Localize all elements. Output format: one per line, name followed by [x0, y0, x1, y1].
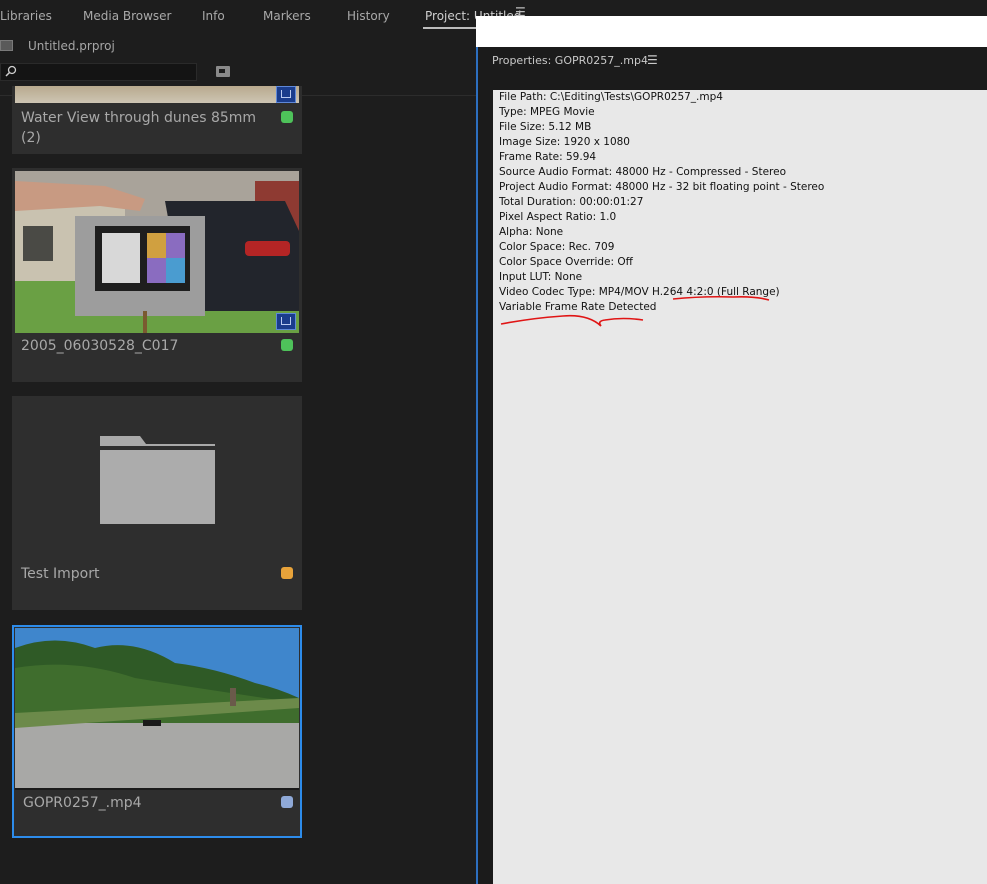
property-color-space: Color Space: Rec. 709 [499, 241, 615, 253]
clip-card[interactable]: 2005_06030528_C017 [12, 168, 302, 382]
property-image-size: Image Size: 1920 x 1080 [499, 136, 630, 148]
search-input[interactable] [0, 63, 197, 81]
clip-thumbnail [15, 171, 299, 333]
multicam-badge-icon [276, 86, 296, 103]
clip-title-line: (2) [21, 130, 41, 146]
color-label[interactable] [281, 111, 293, 123]
property-color-space-override: Color Space Override: Off [499, 256, 633, 268]
project-file-name: Untitled.prproj [28, 39, 115, 53]
window-overlay [476, 16, 987, 47]
properties-content: File Path: C:\Editing\Tests\GOPR0257_.mp… [493, 90, 987, 884]
property-source-audio: Source Audio Format: 48000 Hz - Compress… [499, 166, 787, 178]
bin-card[interactable]: Test Import [12, 396, 302, 610]
clip-card-selected[interactable]: GOPR0257_.mp4 [12, 625, 302, 838]
tab-media-browser[interactable]: Media Browser [83, 9, 171, 23]
folder-icon [100, 436, 215, 524]
color-label[interactable] [281, 567, 293, 579]
property-pixel-aspect: Pixel Aspect Ratio: 1.0 [499, 211, 617, 223]
property-frame-rate: Frame Rate: 59.94 [499, 151, 597, 163]
property-input-lut: Input LUT: None [499, 271, 583, 283]
tab-info[interactable]: Info [202, 9, 225, 23]
property-type: Type: MPEG Movie [499, 106, 595, 118]
hamburger-menu-icon[interactable]: ☰ [647, 53, 658, 67]
property-total-duration: Total Duration: 00:00:01:27 [499, 196, 644, 208]
property-file-path: File Path: C:\Editing\Tests\GOPR0257_.mp… [499, 91, 723, 103]
clip-thumbnail [15, 86, 299, 103]
bin-title: Test Import [21, 566, 100, 582]
tab-libraries[interactable]: Libraries [0, 9, 52, 23]
project-file-icon [0, 40, 13, 51]
search-icon [5, 65, 17, 77]
clip-card[interactable]: Water View through dunes 85mm (2) [12, 86, 302, 154]
color-label[interactable] [281, 796, 293, 808]
property-file-size: File Size: 5.12 MB [499, 121, 592, 133]
clip-title-line: Water View through dunes 85mm [21, 110, 257, 126]
properties-panel: Properties: GOPR0257_.mp4 ☰ File Path: C… [476, 47, 987, 884]
new-bin-icon[interactable] [216, 66, 230, 77]
clip-title: GOPR0257_.mp4 [23, 795, 142, 811]
property-alpha: Alpha: None [499, 226, 564, 238]
tab-markers[interactable]: Markers [263, 9, 311, 23]
property-vfr-detected: Variable Frame Rate Detected [499, 301, 657, 313]
property-project-audio: Project Audio Format: 48000 Hz - 32 bit … [499, 181, 825, 193]
color-label[interactable] [281, 339, 293, 351]
tab-history[interactable]: History [347, 9, 390, 23]
clip-title: 2005_06030528_C017 [21, 338, 179, 354]
property-video-codec: Video Codec Type: MP4/MOV H.264 4:2:0 (F… [499, 286, 780, 298]
multicam-badge-icon [276, 313, 296, 330]
clip-thumbnail [15, 628, 299, 790]
properties-title: Properties: GOPR0257_.mp4 [492, 54, 648, 67]
clip-title: Water View through dunes 85mm (2) [21, 108, 256, 148]
